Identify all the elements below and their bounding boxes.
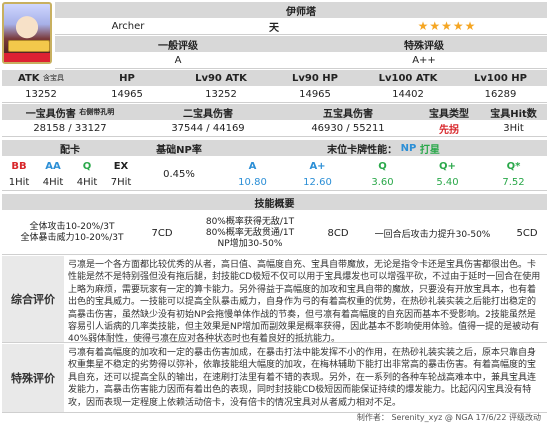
np-hits-header: 宝具Hit数 [480,104,547,120]
special-rating: A++ [301,52,547,68]
stat-header-lv90-hp: Lv90 HP [268,70,362,86]
perf-label-a: A [220,158,285,174]
skill1-cd: 7CD [142,212,182,254]
rarity-stars: ★★★★★ [347,18,547,34]
stat-atk-value: 13252 [2,86,80,102]
skill2-text: 80%概率获得无敌/1T 80%概率无敌贯通/1T NP增加30-50% [182,212,318,254]
perf-value-q-plus: 5.40 [415,174,480,190]
perf-value-q: 3.60 [350,174,415,190]
portrait-ribbon-icon [4,53,50,62]
overall-review-text: 弓凛是一个各方面都比较优秀的从者，高日值、高幅度自充、宝具自带魔放，无论是指令卡… [68,260,541,342]
np-type-header: 宝具类型 [418,104,480,120]
general-rating: A [55,52,301,68]
stat-header-lv100-atk: Lv100 ATK [362,70,454,86]
perf-label-q-plus: Q+ [415,158,480,174]
special-review-label: 特殊评价 [2,344,64,412]
stat-lv100-hp-value: 16289 [454,86,547,102]
perf-value-q-star: 7.52 [480,174,547,190]
stat-lv90-atk-value: 13252 [174,86,268,102]
np-hits-value: 3Hit [480,120,547,136]
np5-damage-header: 五宝具伤害 [278,104,418,120]
special-review-text: 弓凛有着高幅度的加攻和一定的暴击伤害加成，在暴击打法中能发挥不小的作用，在热砂礼… [68,348,537,408]
card-buster: BB [2,158,36,174]
perf-value-a: 10.80 [220,174,285,190]
servant-portrait-icon [2,2,52,64]
stat-header-atk: ATK 含宝具 [2,70,80,86]
stat-header-hp: HP [80,70,174,86]
skill1-text: 全体攻击10-20%/3T 全体暴击威力10-20%/3T [2,212,142,254]
np1-damage-header: 一宝具伤害 右侧带孔明 [2,104,138,120]
perf-label-a-plus: A+ [285,158,350,174]
perf-label-q-star: Q* [480,158,547,174]
perf-value-a-plus: 12.60 [285,174,350,190]
servant-name: 伊师塔 [55,2,547,18]
skill2-cd: 8CD [318,212,358,254]
card-arts-hits: 4Hit [36,174,70,190]
servant-attribute: 天 [201,18,347,34]
stat-hp-value: 14965 [80,86,174,102]
stat-header-lv90-atk: Lv90 ATK [174,70,268,86]
last-card-header: 末位卡牌性能： NP 打星 [220,140,547,156]
footer-credit: 制作者： Serenity_xyz @ NGA 17/6/22 评级改动 [356,413,541,422]
skill3-text: 一回合后攻击力提升30-50% [358,212,507,254]
card-quick: Q [70,158,104,174]
base-np-header: 基础NP率 [138,140,220,156]
perf-label-q: Q [350,158,415,174]
np5-damage-value: 46930 / 55211 [278,120,418,136]
special-rating-header: 特殊评级 [301,36,547,52]
np-type-value: 先拐 [418,120,480,136]
servant-class: Archer [55,18,201,34]
base-np-value: 0.45% [138,158,220,190]
cards-header: 配卡 [2,140,138,156]
card-buster-hits: 1Hit [2,174,36,190]
card-extra: EX [104,158,138,174]
np1-damage-value: 28158 / 33127 [2,120,138,136]
stat-lv100-atk-value: 14402 [362,86,454,102]
portrait-badge-icon [8,40,50,52]
overall-review-label: 综合评价 [2,256,64,342]
skills-header: 技能概要 [2,194,547,210]
card-quick-hits: 4Hit [70,174,104,190]
card-extra-hits: 7Hit [104,174,138,190]
servant-card: 伊师塔 Archer 天 ★★★★★ 一般评级 特殊评级 A A++ ATK 含… [0,0,549,426]
skill3-cd: 5CD [507,212,547,254]
np2-damage-value: 37544 / 44169 [138,120,278,136]
stat-header-lv100-hp: Lv100 HP [454,70,547,86]
general-rating-header: 一般评级 [55,36,301,52]
np2-damage-header: 二宝具伤害 [138,104,278,120]
stat-lv90-hp-value: 14965 [268,86,362,102]
card-arts: AA [36,158,70,174]
